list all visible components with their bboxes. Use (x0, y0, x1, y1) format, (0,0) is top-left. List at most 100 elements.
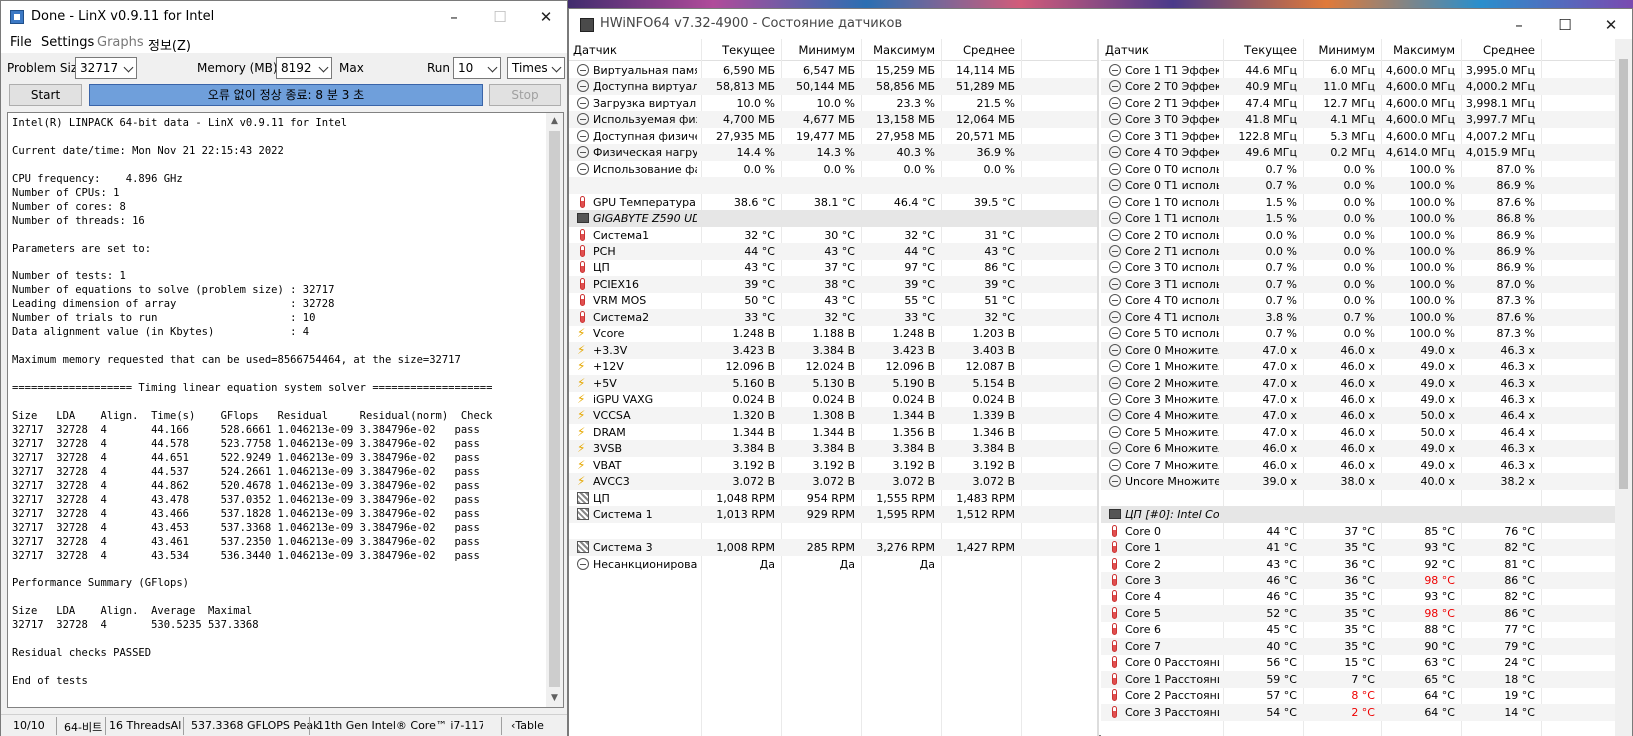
menu-info[interactable]: 정보(Z) (148, 35, 191, 54)
sensor-row[interactable]: Core 1 41 °C 35 °C 93 °C 82 °C (1101, 539, 1632, 557)
column-header-0[interactable]: Датчик (573, 43, 617, 57)
times-combo[interactable]: Times (507, 57, 565, 79)
column-header-1[interactable]: Текущее (701, 43, 775, 57)
sensor-row[interactable]: ⚡ DRAM 1.344 В 1.344 В 1.356 В 1.346 В (569, 424, 1097, 441)
max-label[interactable]: Max (339, 61, 364, 75)
sensor-row[interactable] (1101, 490, 1632, 507)
linx-titlebar[interactable]: Done - LinX v0.9.11 for Intel – ☐ ✕ (1, 1, 567, 33)
sensor-row[interactable]: GPU Температура 38.6 °C 38.1 °C 46.4 °C 39.5… (569, 194, 1097, 211)
sensor-row[interactable]: Core 2 43 °C 36 °C 92 °C 81 °C (1101, 556, 1632, 573)
sensor-row[interactable]: Core 3 T0 Эффект... 41.8 МГц 4.1 МГц 4,600.… (1101, 111, 1632, 129)
sensor-row[interactable]: ⚡ +12V 12.096 В 12.024 В 12.096 В 12.087 В (569, 358, 1097, 375)
sensor-row[interactable]: Core 2 T1 использ... 0.0 % 0.0 % 100.0 % 86.… (1101, 242, 1632, 260)
sensor-row[interactable]: Core 2 T0 использ... 0.0 % 0.0 % 100.0 % 86.… (1101, 227, 1632, 244)
sensor-row[interactable]: Core 1 Расстояние... 59 °C 7 °C 65 °C 18 °C (1101, 670, 1632, 688)
sensor-row[interactable] (569, 177, 1097, 195)
column-header-4[interactable]: Среднее (941, 43, 1015, 57)
close-button[interactable]: ✕ (1588, 9, 1633, 41)
sensor-row[interactable]: Виртуальная памя... 6,590 МБ 6,547 МБ 15,25… (569, 62, 1097, 79)
column-header-2[interactable]: Минимум (1303, 43, 1375, 57)
sensor-row[interactable]: Core 0 44 °C 37 °C 85 °C 76 °C (1101, 523, 1632, 540)
sensor-row[interactable]: Core 5 52 °C 35 °C 98 °C 86 °C (1101, 604, 1632, 622)
sensor-row[interactable]: Система 1 1,013 RPM 929 RPM 1,595 RPM 1,512 … (569, 506, 1097, 524)
memory-combo[interactable]: 8192 (276, 57, 332, 79)
sensor-row[interactable]: ⚡ AVCC3 3.072 В 3.072 В 3.072 В 3.072 В (569, 473, 1097, 491)
sensor-pane-right[interactable]: Датчик Текущее Минимум Максимум Среднее Core … (1101, 39, 1632, 736)
scroll-thumb[interactable] (549, 131, 560, 687)
sensor-row[interactable]: Доступная физиче... 27,935 МБ 19,477 МБ 27,… (569, 128, 1097, 145)
sensor-row[interactable]: Core 0 T0 использ... 0.7 % 0.0 % 100.0 % 87.… (1101, 161, 1632, 178)
run-combo[interactable]: 10 (453, 57, 501, 79)
sensor-row[interactable]: Core 1 T1 использ... 1.5 % 0.0 % 100.0 % 86.… (1101, 210, 1632, 228)
sensor-row[interactable]: Core 5 T0 использ... 0.7 % 0.0 % 100.0 % 87.… (1101, 325, 1632, 342)
menu-file[interactable]: File (10, 35, 32, 50)
start-button[interactable]: Start (9, 84, 82, 106)
column-header-1[interactable]: Текущее (1223, 43, 1297, 57)
sensor-row[interactable]: Core 3 Множитель 47.0 x 46.0 x 49.0 x 46.3 x (1101, 391, 1632, 408)
sensor-row[interactable]: Core 4 46 °C 35 °C 93 °C 82 °C (1101, 588, 1632, 605)
sensor-row[interactable]: ⚡ 3VSB 3.384 В 3.384 В 3.384 В 3.384 В (569, 440, 1097, 458)
sensor-row[interactable]: ⚡ +3.3V 3.423 В 3.384 В 3.423 В 3.403 В (569, 341, 1097, 359)
column-header-3[interactable]: Максимум (1381, 43, 1455, 57)
sensor-row[interactable]: Загрузка виртуал... 10.0 % 10.0 % 23.3 % 21.… (569, 95, 1097, 112)
sensor-row[interactable]: Core 4 T0 использ... 0.7 % 0.0 % 100.0 % 87.… (1101, 292, 1632, 309)
sensor-row[interactable]: ⚡ iGPU VAXG 0.024 В 0.024 В 0.024 В 0.024 В (569, 391, 1097, 408)
sensor-row[interactable]: Доступна виртуал... 58,813 МБ 50,144 МБ 58,… (569, 78, 1097, 96)
sensor-row[interactable]: Core 7 Множитель 46.0 x 46.0 x 49.0 x 46.3 x (1101, 457, 1632, 474)
column-header-0[interactable]: Датчик (1105, 43, 1149, 57)
sensor-row[interactable]: Core 0 Множитель 47.0 x 46.0 x 49.0 x 46.3 x (1101, 341, 1632, 359)
scroll-down-icon[interactable]: ▼ (546, 690, 563, 707)
minimize-button[interactable]: – (431, 1, 477, 33)
sensor-row[interactable]: Несанкционирова... Да Да Да (569, 556, 1097, 573)
sensor-row[interactable]: Система1 32 °C 30 °C 32 °C 31 °C (569, 227, 1097, 244)
sensor-row[interactable]: Core 4 Множитель 47.0 x 46.0 x 50.0 x 46.4 x (1101, 407, 1632, 425)
sensor-row[interactable]: Core 2 Множитель 47.0 x 46.0 x 49.0 x 46.3 x (1101, 374, 1632, 392)
sensor-row[interactable]: ⚡ +5V 5.160 В 5.130 В 5.190 В 5.154 В (569, 374, 1097, 392)
minimize-button[interactable]: – (1496, 9, 1542, 41)
output-console[interactable]: Intel(R) LINPACK 64-bit data - LinX v0.9… (7, 112, 564, 708)
sensor-row[interactable]: GIGABYTE Z590 UD... (569, 210, 1097, 228)
sensor-row[interactable]: Core 4 T0 Эффект... 49.6 МГц 0.2 МГц 4,614.… (1101, 144, 1632, 162)
sensor-row[interactable]: ЦП 1,048 RPM 954 RPM 1,555 RPM 1,483 RPM (569, 490, 1097, 507)
maximize-button[interactable]: ☐ (1542, 9, 1588, 41)
sensor-row[interactable]: ЦП 43 °C 37 °C 97 °C 86 °C (569, 259, 1097, 276)
sensor-row[interactable]: ⚡ VCCSA 1.320 В 1.308 В 1.344 В 1.339 В (569, 407, 1097, 425)
sensor-row[interactable]: Core 6 45 °C 35 °C 88 °C 77 °C (1101, 621, 1632, 638)
sensor-row[interactable]: VRM MOS 50 °C 43 °C 55 °C 51 °C (569, 292, 1097, 309)
scroll-up-icon[interactable]: ▲ (546, 113, 563, 130)
sensor-row[interactable]: Core 7 40 °C 35 °C 90 °C 79 °C (1101, 637, 1632, 655)
problem-size-combo[interactable]: 32717 (75, 57, 137, 79)
sensor-row[interactable]: PCIEX16 39 °C 38 °C 39 °C 39 °C (569, 275, 1097, 293)
sensor-row[interactable]: ⚡ VBAT 3.192 В 3.192 В 3.192 В 3.192 В (569, 457, 1097, 474)
sensor-row[interactable]: Используемая физ... 4,700 МБ 4,677 МБ 13,15… (569, 111, 1097, 129)
sensor-row[interactable]: Core 6 Множитель 46.0 x 46.0 x 49.0 x 46.3 x (1101, 440, 1632, 458)
sensor-row[interactable]: Core 3 T1 использ... 0.7 % 0.0 % 100.0 % 87.… (1101, 275, 1632, 293)
column-header-2[interactable]: Минимум (781, 43, 855, 57)
sensor-row[interactable]: Система2 33 °C 32 °C 33 °C 32 °C (569, 308, 1097, 326)
sensor-row[interactable]: Core 2 T1 Эффект... 47.4 МГц 12.7 МГц 4,600… (1101, 95, 1632, 112)
sensor-row[interactable]: Core 0 Расстояние... 56 °C 15 °C 63 °C 24 °C (1101, 654, 1632, 671)
sensor-row[interactable]: Core 5 Множитель 47.0 x 46.0 x 50.0 x 46.4 x (1101, 424, 1632, 441)
sensor-row[interactable] (569, 523, 1097, 540)
menu-graphs[interactable]: Graphs (97, 35, 144, 50)
sensor-row[interactable]: Core 3 T1 Эффект... 122.8 МГц 5.3 МГц 4,600… (1101, 128, 1632, 145)
sensor-row[interactable]: Uncore Множитель 39.0 x 38.0 x 40.0 x 38.2 x (1101, 473, 1632, 491)
hwinfo-titlebar[interactable]: HWiNFO64 v7.32-4900 - Состояние датчиков… (569, 9, 1632, 39)
column-header-3[interactable]: Максимум (861, 43, 935, 57)
menu-settings[interactable]: Settings (41, 35, 94, 50)
sensor-row[interactable]: Core 1 T0 использ... 1.5 % 0.0 % 100.0 % 87.… (1101, 194, 1632, 211)
sensor-row[interactable]: Core 3 T0 использ... 0.7 % 0.0 % 100.0 % 86.… (1101, 259, 1632, 276)
sensor-pane-left[interactable]: Датчик Текущее Минимум Максимум Среднее Вирту… (569, 39, 1099, 736)
sensor-row[interactable]: Использование фа... 0.0 % 0.0 % 0.0 % 0.0 % (569, 161, 1097, 178)
column-header-4[interactable]: Среднее (1461, 43, 1535, 57)
console-scrollbar[interactable]: ▲ ▼ (546, 113, 563, 707)
sensor-row[interactable]: PCH 44 °C 43 °C 44 °C 43 °C (569, 242, 1097, 260)
scroll-thumb[interactable] (1619, 59, 1628, 489)
sensor-row[interactable]: Core 2 T0 Эффект... 40.9 МГц 11.0 МГц 4,600… (1101, 78, 1632, 96)
sensor-row[interactable]: Core 0 T1 использ... 0.7 % 0.0 % 100.0 % 86.… (1101, 177, 1632, 195)
close-button[interactable]: ✕ (523, 1, 569, 33)
sensor-row[interactable]: Core 4 T1 использ... 3.8 % 0.7 % 100.0 % 87.… (1101, 308, 1632, 326)
status-table[interactable]: ‹Table (511, 719, 544, 732)
sensor-row[interactable]: ⚡ Vcore 1.248 В 1.188 В 1.248 В 1.203 В (569, 325, 1097, 342)
sensor-row[interactable]: Core 1 T1 Эффект... 44.6 МГц 6.0 МГц 4,600.… (1101, 62, 1632, 79)
